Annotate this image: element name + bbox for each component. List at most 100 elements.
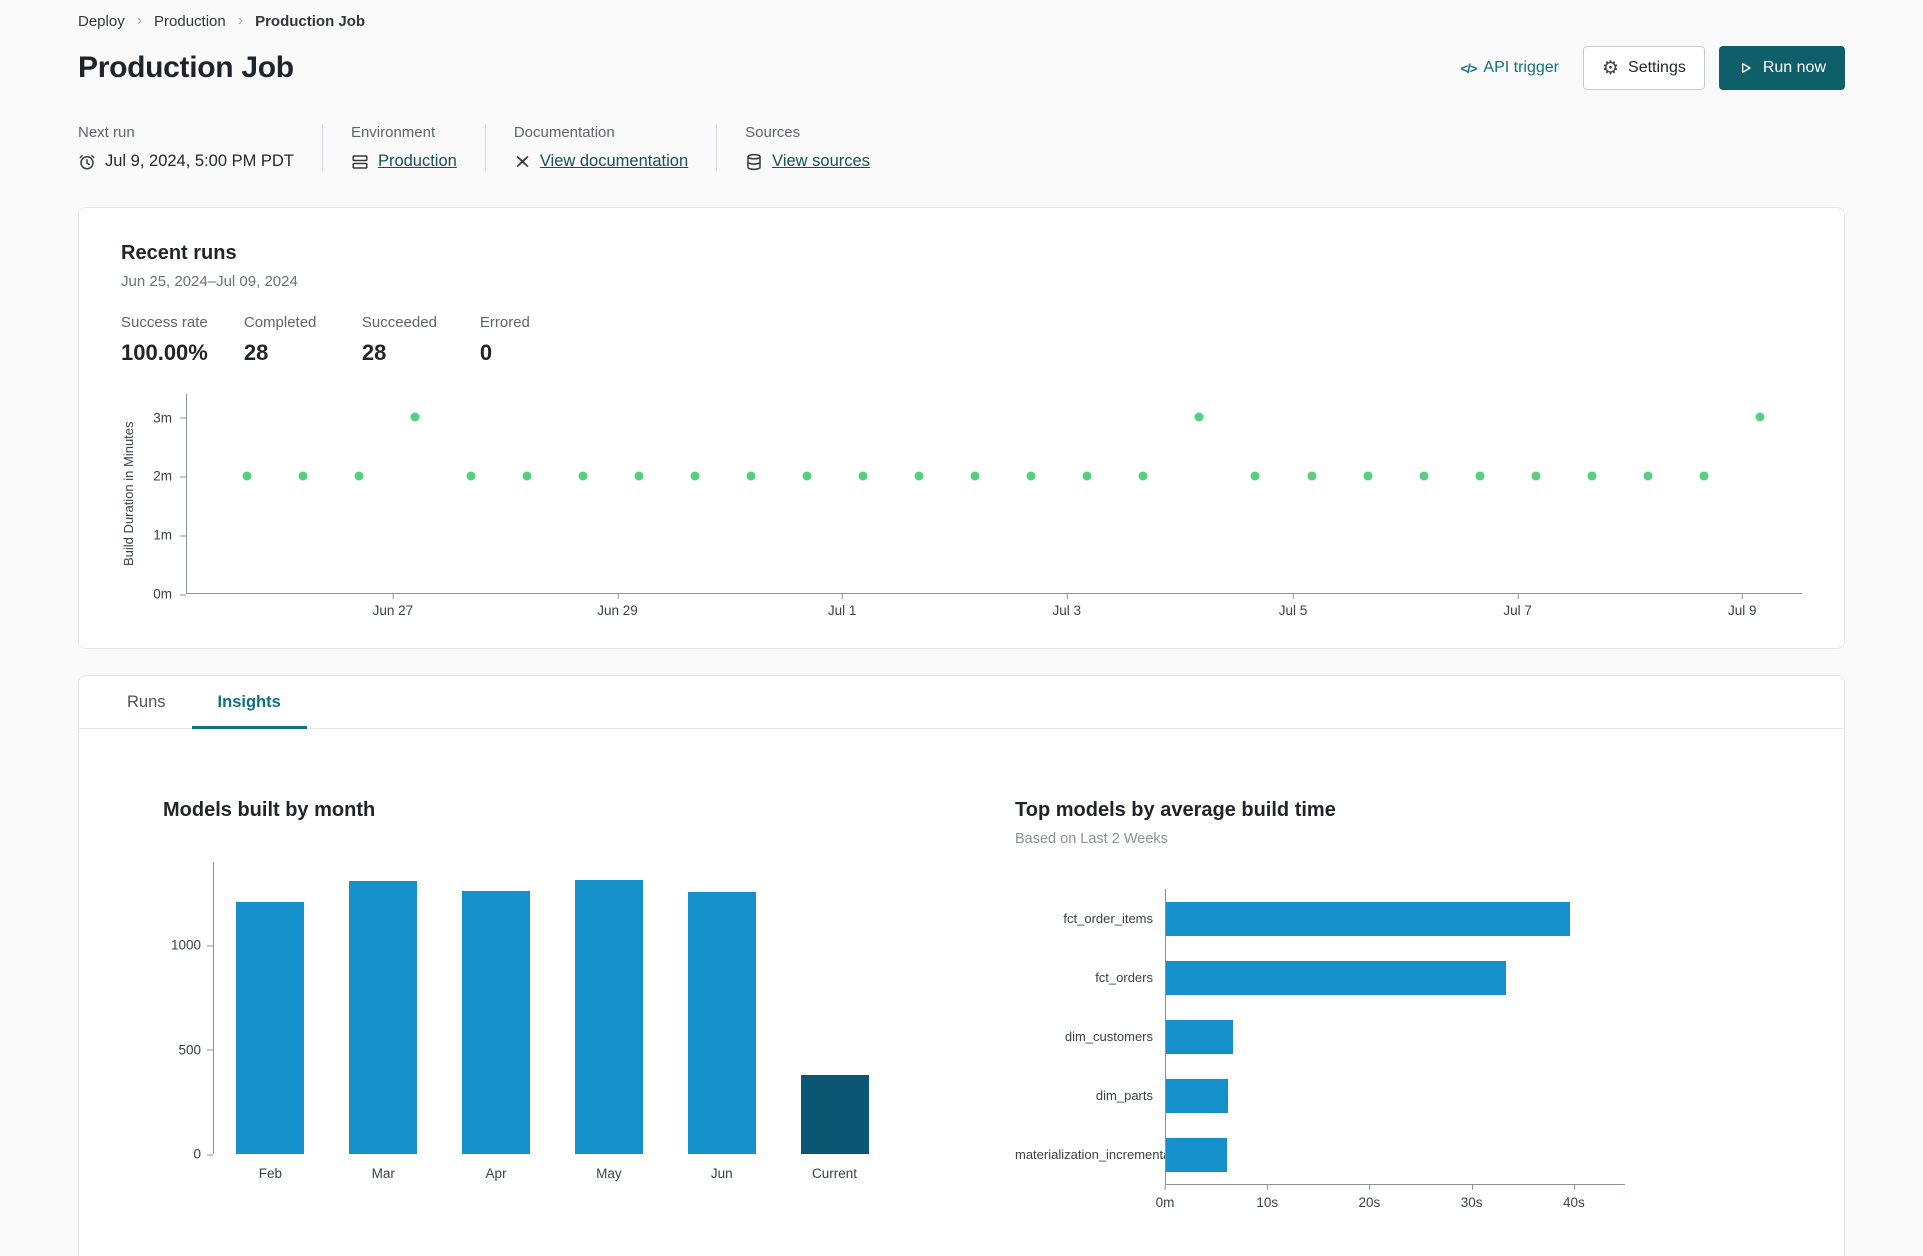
insights-panel: Models built by month 0 500 1000 Feb Mar Apr…: [79, 729, 1844, 1256]
model-label: fct_order_items: [1063, 911, 1153, 926]
category-label: Feb: [258, 1166, 283, 1181]
environment-link[interactable]: Production: [378, 152, 457, 171]
y-tick-label: 3m: [153, 410, 186, 426]
documentation-icon: [514, 153, 531, 170]
x-tick-label: 10s: [1256, 1185, 1279, 1210]
gear-icon: ⚙: [1601, 57, 1620, 79]
settings-button[interactable]: ⚙ Settings: [1582, 46, 1705, 90]
run-duration-point[interactable]: [1755, 412, 1765, 422]
view-documentation-link[interactable]: View documentation: [540, 152, 688, 171]
breadcrumb-item-production-job: Production Job: [255, 12, 366, 30]
run-duration-point[interactable]: [746, 471, 756, 481]
run-duration-point[interactable]: [802, 471, 812, 481]
run-duration-point[interactable]: [690, 471, 700, 481]
run-duration-point[interactable]: [914, 471, 924, 481]
run-duration-yticks: 0m 1m 2m 3m: [140, 394, 186, 602]
run-duration-point[interactable]: [1082, 471, 1092, 481]
stat-success-rate: Success rate 100.00%: [121, 314, 208, 366]
run-duration-point[interactable]: [1138, 471, 1148, 481]
x-tick-label: Jul 3: [1052, 594, 1081, 618]
bar-slot: Mar: [327, 862, 440, 1181]
job-detail-card: Runs Insights Models built by month 0 500…: [78, 675, 1845, 1256]
run-duration-point[interactable]: [354, 471, 364, 481]
stat-value: 100.00%: [121, 340, 208, 365]
top-models-section: Top models by average build time Based o…: [923, 799, 1796, 1216]
run-duration-point[interactable]: [1307, 471, 1317, 481]
chevron-right-icon: ›: [136, 12, 143, 29]
x-tick-label: Jul 1: [827, 594, 857, 618]
model-label: dim_parts: [1095, 1088, 1153, 1103]
recent-runs-stats: Success rate 100.00% Completed 28 Succee…: [121, 314, 1802, 366]
run-duration-point[interactable]: [410, 412, 420, 422]
run-duration-point[interactable]: [242, 471, 252, 481]
build-time-bar-dim_parts: [1166, 1078, 1229, 1113]
y-tick-label: 1000: [170, 937, 214, 953]
top-models-title: Top models by average build time: [1015, 799, 1336, 821]
recent-runs-title: Recent runs: [121, 242, 237, 264]
tab-insights[interactable]: Insights: [191, 676, 308, 729]
run-duration-point[interactable]: [1194, 412, 1204, 422]
run-duration-point[interactable]: [1475, 471, 1485, 481]
run-duration-point[interactable]: [1250, 471, 1260, 481]
stat-completed: Completed 28: [244, 314, 326, 366]
bar-slot: Current: [778, 862, 891, 1181]
x-tick-label: 30s: [1460, 1185, 1483, 1210]
tab-bar: Runs Insights: [79, 676, 1844, 729]
model-row: fct_order_items: [1015, 889, 1625, 948]
run-duration-point[interactable]: [634, 471, 644, 481]
month-bar-may: [574, 879, 643, 1154]
bar-track: [1165, 948, 1625, 1007]
api-trigger-link[interactable]: </> API trigger: [1461, 59, 1559, 77]
models-by-month-section: Models built by month 0 500 1000 Feb Mar Apr…: [163, 799, 923, 1216]
build-time-bar-materialization_incremental: [1166, 1137, 1228, 1172]
run-duration-point[interactable]: [298, 471, 308, 481]
model-row: dim_customers: [1015, 1007, 1625, 1066]
month-bar-current: [800, 1074, 869, 1154]
stat-label: Errored: [479, 314, 530, 331]
build-time-bar-dim_customers: [1166, 1019, 1234, 1054]
run-duration-point[interactable]: [1531, 471, 1541, 481]
breadcrumb-item-production[interactable]: Production: [154, 13, 226, 30]
bar-slot: Jun: [665, 862, 778, 1181]
run-duration-point[interactable]: [578, 471, 588, 481]
build-time-bar-fct_orders: [1166, 960, 1506, 995]
run-duration-point[interactable]: [858, 471, 868, 481]
view-sources-link[interactable]: View sources: [772, 152, 870, 171]
month-bar-mar: [349, 880, 418, 1154]
run-duration-chart: Build Duration in Minutes 0m 1m 2m 3m Jun 2…: [121, 394, 1802, 624]
bar-track: [1165, 1007, 1625, 1066]
run-duration-point[interactable]: [1363, 471, 1373, 481]
chevron-right-icon: ›: [237, 12, 244, 29]
run-duration-point[interactable]: [466, 471, 476, 481]
breadcrumb-item-deploy[interactable]: Deploy: [78, 13, 125, 30]
run-duration-point[interactable]: [1643, 471, 1653, 481]
model-label: dim_customers: [1064, 1029, 1153, 1044]
page-title: Production Job: [78, 51, 294, 84]
run-duration-point[interactable]: [522, 471, 532, 481]
run-duration-point[interactable]: [1587, 471, 1597, 481]
category-label: Jun: [710, 1166, 733, 1181]
x-tick-label: 0m: [1155, 1185, 1175, 1210]
run-duration-point[interactable]: [970, 471, 980, 481]
environment-icon: [351, 153, 369, 171]
environment-label: Environment: [350, 124, 436, 141]
breadcrumb: Deploy › Production › Production Job: [78, 12, 1845, 30]
page: Deploy › Production › Production Job Pro…: [0, 0, 1923, 1256]
category-label: Apr: [485, 1166, 507, 1181]
stat-label: Success rate: [121, 314, 208, 331]
x-tick-label: Jun 29: [597, 594, 638, 618]
run-duration-point[interactable]: [1419, 471, 1429, 481]
model-row: fct_orders: [1015, 948, 1625, 1007]
tab-runs[interactable]: Runs: [101, 676, 192, 728]
models-by-month-chart: 0 500 1000 Feb Mar Apr May Jun Current: [163, 862, 923, 1181]
x-tick-label: 20s: [1358, 1185, 1381, 1210]
stat-label: Completed: [243, 314, 317, 331]
model-row: dim_parts: [1015, 1066, 1625, 1125]
run-now-button[interactable]: Run now: [1718, 46, 1845, 90]
model-row: materialization_incremental: [1015, 1125, 1625, 1184]
run-duration-point[interactable]: [1699, 471, 1709, 481]
code-icon: </>: [1460, 60, 1478, 76]
run-duration-point[interactable]: [1026, 471, 1036, 481]
alarm-clock-icon: [78, 153, 96, 171]
models-by-month-yticks: 0 500 1000: [163, 862, 214, 1162]
